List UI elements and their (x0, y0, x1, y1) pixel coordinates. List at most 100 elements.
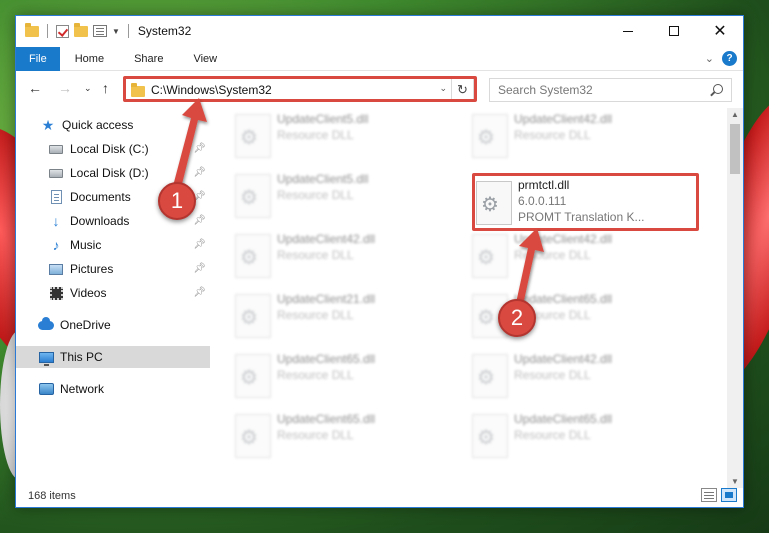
expand-ribbon-chevron-icon[interactable]: ⌄ (705, 52, 714, 65)
customize-toolbar-dropdown-icon[interactable]: ▼ (112, 27, 120, 36)
pin-icon[interactable]: 📌︎ (193, 143, 206, 154)
file-name: prmtctl.dll (518, 178, 570, 192)
sidebar-item-label: Music (70, 238, 102, 252)
file-type: Resource DLL (514, 128, 591, 142)
search-input[interactable] (490, 83, 700, 97)
maximize-button[interactable] (651, 16, 697, 46)
pin-icon[interactable]: 📌︎ (193, 263, 206, 274)
file-name: UpdateClient65.dll (277, 352, 376, 366)
music-icon: ♪ (52, 237, 60, 253)
item-count: 168 items (28, 490, 76, 502)
tab-file[interactable]: File (16, 46, 60, 71)
network-icon (38, 382, 54, 396)
view-toggle (701, 488, 737, 502)
sidebar-item-music[interactable]: ♪ Music 📌︎ (16, 234, 210, 256)
sidebar-item-label: Downloads (70, 214, 130, 228)
file-tile[interactable]: UpdateClient65.dllResource DLL (458, 408, 683, 464)
file-tile[interactable]: UpdateClient42.dll Resource DLL (458, 348, 683, 404)
sidebar-item-label: OneDrive (60, 318, 111, 332)
pin-icon[interactable]: 📌︎ (193, 167, 206, 178)
file-type: Resource DLL (277, 248, 354, 262)
sidebar-item-this-pc[interactable]: This PC (16, 346, 210, 368)
dll-file-icon (472, 114, 508, 158)
sidebar-item-label: Local Disk (D:) (70, 166, 149, 180)
file-type: Resource DLL (277, 128, 354, 142)
dll-file-icon (235, 414, 271, 458)
file-version: 6.0.0.111 (518, 194, 567, 208)
sidebar-item-label: Pictures (70, 262, 114, 276)
new-folder-icon[interactable] (74, 22, 88, 37)
large-icons-view-icon[interactable] (721, 488, 737, 502)
file-type: Resource DLL (514, 368, 591, 382)
file-tile[interactable]: UpdateClient5.dll Resource DLL (221, 168, 446, 224)
sidebar-item-local-disk-d[interactable]: Local Disk (D:) 📌︎ (16, 162, 210, 184)
minimize-icon (623, 30, 633, 32)
pin-icon[interactable]: 📌︎ (193, 215, 206, 226)
step-marker-1: 1 (158, 182, 196, 220)
ribbon-tabs: File Home Share View ⌄ ? (16, 46, 743, 71)
pin-icon[interactable]: 📌︎ (193, 287, 206, 298)
file-tile[interactable]: UpdateClient65.dllResource DLL (458, 288, 683, 344)
sidebar-item-label: Videos (70, 286, 107, 300)
minimize-button[interactable] (605, 16, 651, 46)
file-tile[interactable]: UpdateClient65.dll Resource DLL (221, 408, 446, 464)
file-tile[interactable]: UpdateClient42.dll Resource DLL (458, 108, 683, 164)
file-explorer-window: ▼ System32 ✕ File Home Share View ⌄ ? ← … (15, 15, 744, 508)
recent-locations-dropdown-icon[interactable]: ⌄ (84, 83, 92, 94)
sidebar-item-onedrive[interactable]: OneDrive (16, 314, 210, 336)
file-name: UpdateClient5.dll (277, 172, 369, 186)
dll-file-icon (235, 114, 271, 158)
scroll-up-arrow-icon[interactable]: ▲ (731, 110, 739, 119)
sidebar-item-videos[interactable]: Videos 📌︎ (16, 282, 210, 304)
videos-icon (48, 286, 64, 300)
file-type: Resource DLL (277, 308, 354, 322)
dll-file-icon (235, 294, 271, 338)
navigation-bar: ← → ⌄ ↑ C:\Windows\System32 ⌄ ↻ (16, 74, 743, 106)
quick-access-toolbar: ▼ (16, 22, 132, 38)
scroll-thumb[interactable] (730, 124, 740, 174)
sidebar-item-pictures[interactable]: Pictures 📌︎ (16, 258, 210, 280)
vertical-scrollbar[interactable]: ▲ ▼ (727, 108, 743, 488)
properties-icon[interactable] (93, 25, 107, 37)
file-name: UpdateClient65.dll (277, 412, 376, 426)
file-tile[interactable]: UpdateClient42.dll Resource DLL (221, 228, 446, 284)
up-arrow-icon[interactable]: ↑ (102, 80, 109, 96)
pin-icon[interactable]: 📌︎ (193, 239, 206, 250)
dll-file-icon (235, 174, 271, 218)
file-tile[interactable]: UpdateClient21.dll Resource DLL (221, 288, 446, 344)
file-tile[interactable]: UpdateClient65.dllResource DLL (221, 348, 446, 404)
file-type: Resource DLL (277, 188, 354, 202)
search-icon[interactable] (713, 84, 723, 94)
tab-view[interactable]: View (178, 47, 232, 71)
drive-icon (48, 142, 64, 156)
file-type: Resource DLL (514, 428, 591, 442)
status-bar: 168 items (16, 485, 743, 507)
close-button[interactable]: ✕ (697, 16, 743, 46)
file-tile[interactable]: UpdateClient42.dll Resource DLL (458, 228, 683, 284)
file-name: UpdateClient42.dll (514, 112, 613, 126)
file-tile[interactable]: UpdateClient5.dll Resource DLL (221, 108, 446, 164)
forward-arrow-icon[interactable]: → (58, 80, 72, 96)
file-type: Resource DLL (277, 428, 354, 442)
dll-file-icon (472, 354, 508, 398)
tab-share[interactable]: Share (119, 47, 178, 71)
file-tile-prmtctl[interactable]: prmtctl.dll 6.0.0.111 PROMT Translation … (474, 175, 694, 231)
properties-check-icon[interactable] (56, 24, 69, 38)
sidebar-item-local-disk-c[interactable]: Local Disk (C:) 📌︎ (16, 138, 210, 160)
sidebar-item-label: Local Disk (C:) (70, 142, 149, 156)
back-arrow-icon[interactable]: ← (28, 80, 42, 96)
address-path[interactable]: C:\Windows\System32 (151, 83, 272, 97)
download-icon: ↓ (52, 213, 60, 229)
sidebar-item-quick-access[interactable]: ★ Quick access (16, 114, 210, 136)
search-box[interactable] (489, 78, 732, 102)
tab-home[interactable]: Home (60, 47, 119, 71)
details-view-icon[interactable] (701, 488, 717, 502)
sidebar-item-network[interactable]: Network (16, 378, 210, 400)
help-icon[interactable]: ? (722, 51, 737, 66)
refresh-icon[interactable]: ↻ (451, 79, 473, 101)
dll-file-icon (472, 234, 508, 278)
address-dropdown-icon[interactable]: ⌄ (439, 83, 447, 94)
dll-file-icon (235, 234, 271, 278)
address-bar[interactable]: C:\Windows\System32 ⌄ ↻ (124, 78, 474, 102)
navigation-pane: ★ Quick access Local Disk (C:) 📌︎ Local … (16, 114, 210, 484)
